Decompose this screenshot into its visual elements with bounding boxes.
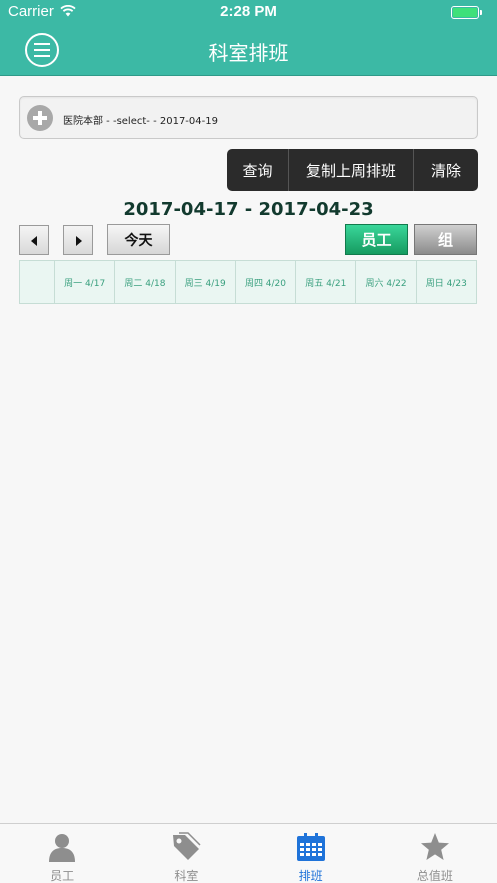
arrow-left-icon bbox=[31, 236, 37, 246]
day-header-sun[interactable]: 周日 4/23 bbox=[417, 261, 476, 303]
tab-chief-duty[interactable]: 总值班 bbox=[373, 824, 497, 883]
clear-button[interactable]: 清除 bbox=[414, 149, 478, 191]
schedule-table: 周一 4/17 周二 4/18 周三 4/19 周四 4/20 周五 4/21 … bbox=[19, 260, 477, 304]
today-button[interactable]: 今天 bbox=[107, 224, 170, 255]
tab-label: 科室 bbox=[174, 869, 199, 883]
action-toolbar: 查询 复制上周排班 清除 bbox=[227, 149, 478, 191]
tab-schedule[interactable]: 排班 bbox=[249, 824, 373, 883]
staff-view-button[interactable]: 员工 bbox=[345, 224, 408, 255]
page-title: 科室排班 bbox=[208, 41, 289, 65]
selector-text: 医院本部 - -select- - 2017-04-19 bbox=[63, 116, 218, 127]
add-circle-icon[interactable] bbox=[27, 105, 53, 131]
status-bar: Carrier 2:28 PM bbox=[0, 0, 497, 24]
schedule-corner-cell bbox=[20, 261, 55, 303]
clock: 2:28 PM bbox=[220, 3, 277, 20]
day-header-wed[interactable]: 周三 4/19 bbox=[176, 261, 236, 303]
day-header-tue[interactable]: 周二 4/18 bbox=[115, 261, 176, 303]
star-icon bbox=[420, 833, 449, 860]
group-view-button[interactable]: 组 bbox=[414, 224, 477, 255]
tab-staff[interactable]: 员工 bbox=[0, 824, 124, 883]
arrow-right-icon bbox=[76, 236, 82, 246]
query-button[interactable]: 查询 bbox=[227, 149, 289, 191]
tab-department[interactable]: 科室 bbox=[124, 824, 248, 883]
hospital-department-selector[interactable]: 医院本部 - -select- - 2017-04-19 bbox=[19, 96, 478, 139]
tab-bar: 员工 科室 排班 总值班 bbox=[0, 823, 497, 883]
day-header-sat[interactable]: 周六 4/22 bbox=[356, 261, 417, 303]
tag-icon bbox=[173, 832, 201, 860]
day-header-mon[interactable]: 周一 4/17 bbox=[55, 261, 116, 303]
person-icon bbox=[49, 834, 76, 862]
day-header-thu[interactable]: 周四 4/20 bbox=[236, 261, 297, 303]
previous-week-button[interactable] bbox=[19, 225, 49, 255]
tab-label: 员工 bbox=[50, 869, 75, 883]
copy-last-week-button[interactable]: 复制上周排班 bbox=[289, 149, 414, 191]
battery-icon bbox=[451, 6, 482, 19]
calendar-icon bbox=[296, 833, 325, 861]
tab-label: 排班 bbox=[298, 869, 323, 883]
week-range: 2017-04-17 - 2017-04-23 bbox=[123, 199, 374, 220]
day-header-fri[interactable]: 周五 4/21 bbox=[296, 261, 357, 303]
next-week-button[interactable] bbox=[63, 225, 93, 255]
nav-bar: 科室排班 bbox=[0, 24, 497, 76]
tab-label: 总值班 bbox=[416, 869, 453, 883]
